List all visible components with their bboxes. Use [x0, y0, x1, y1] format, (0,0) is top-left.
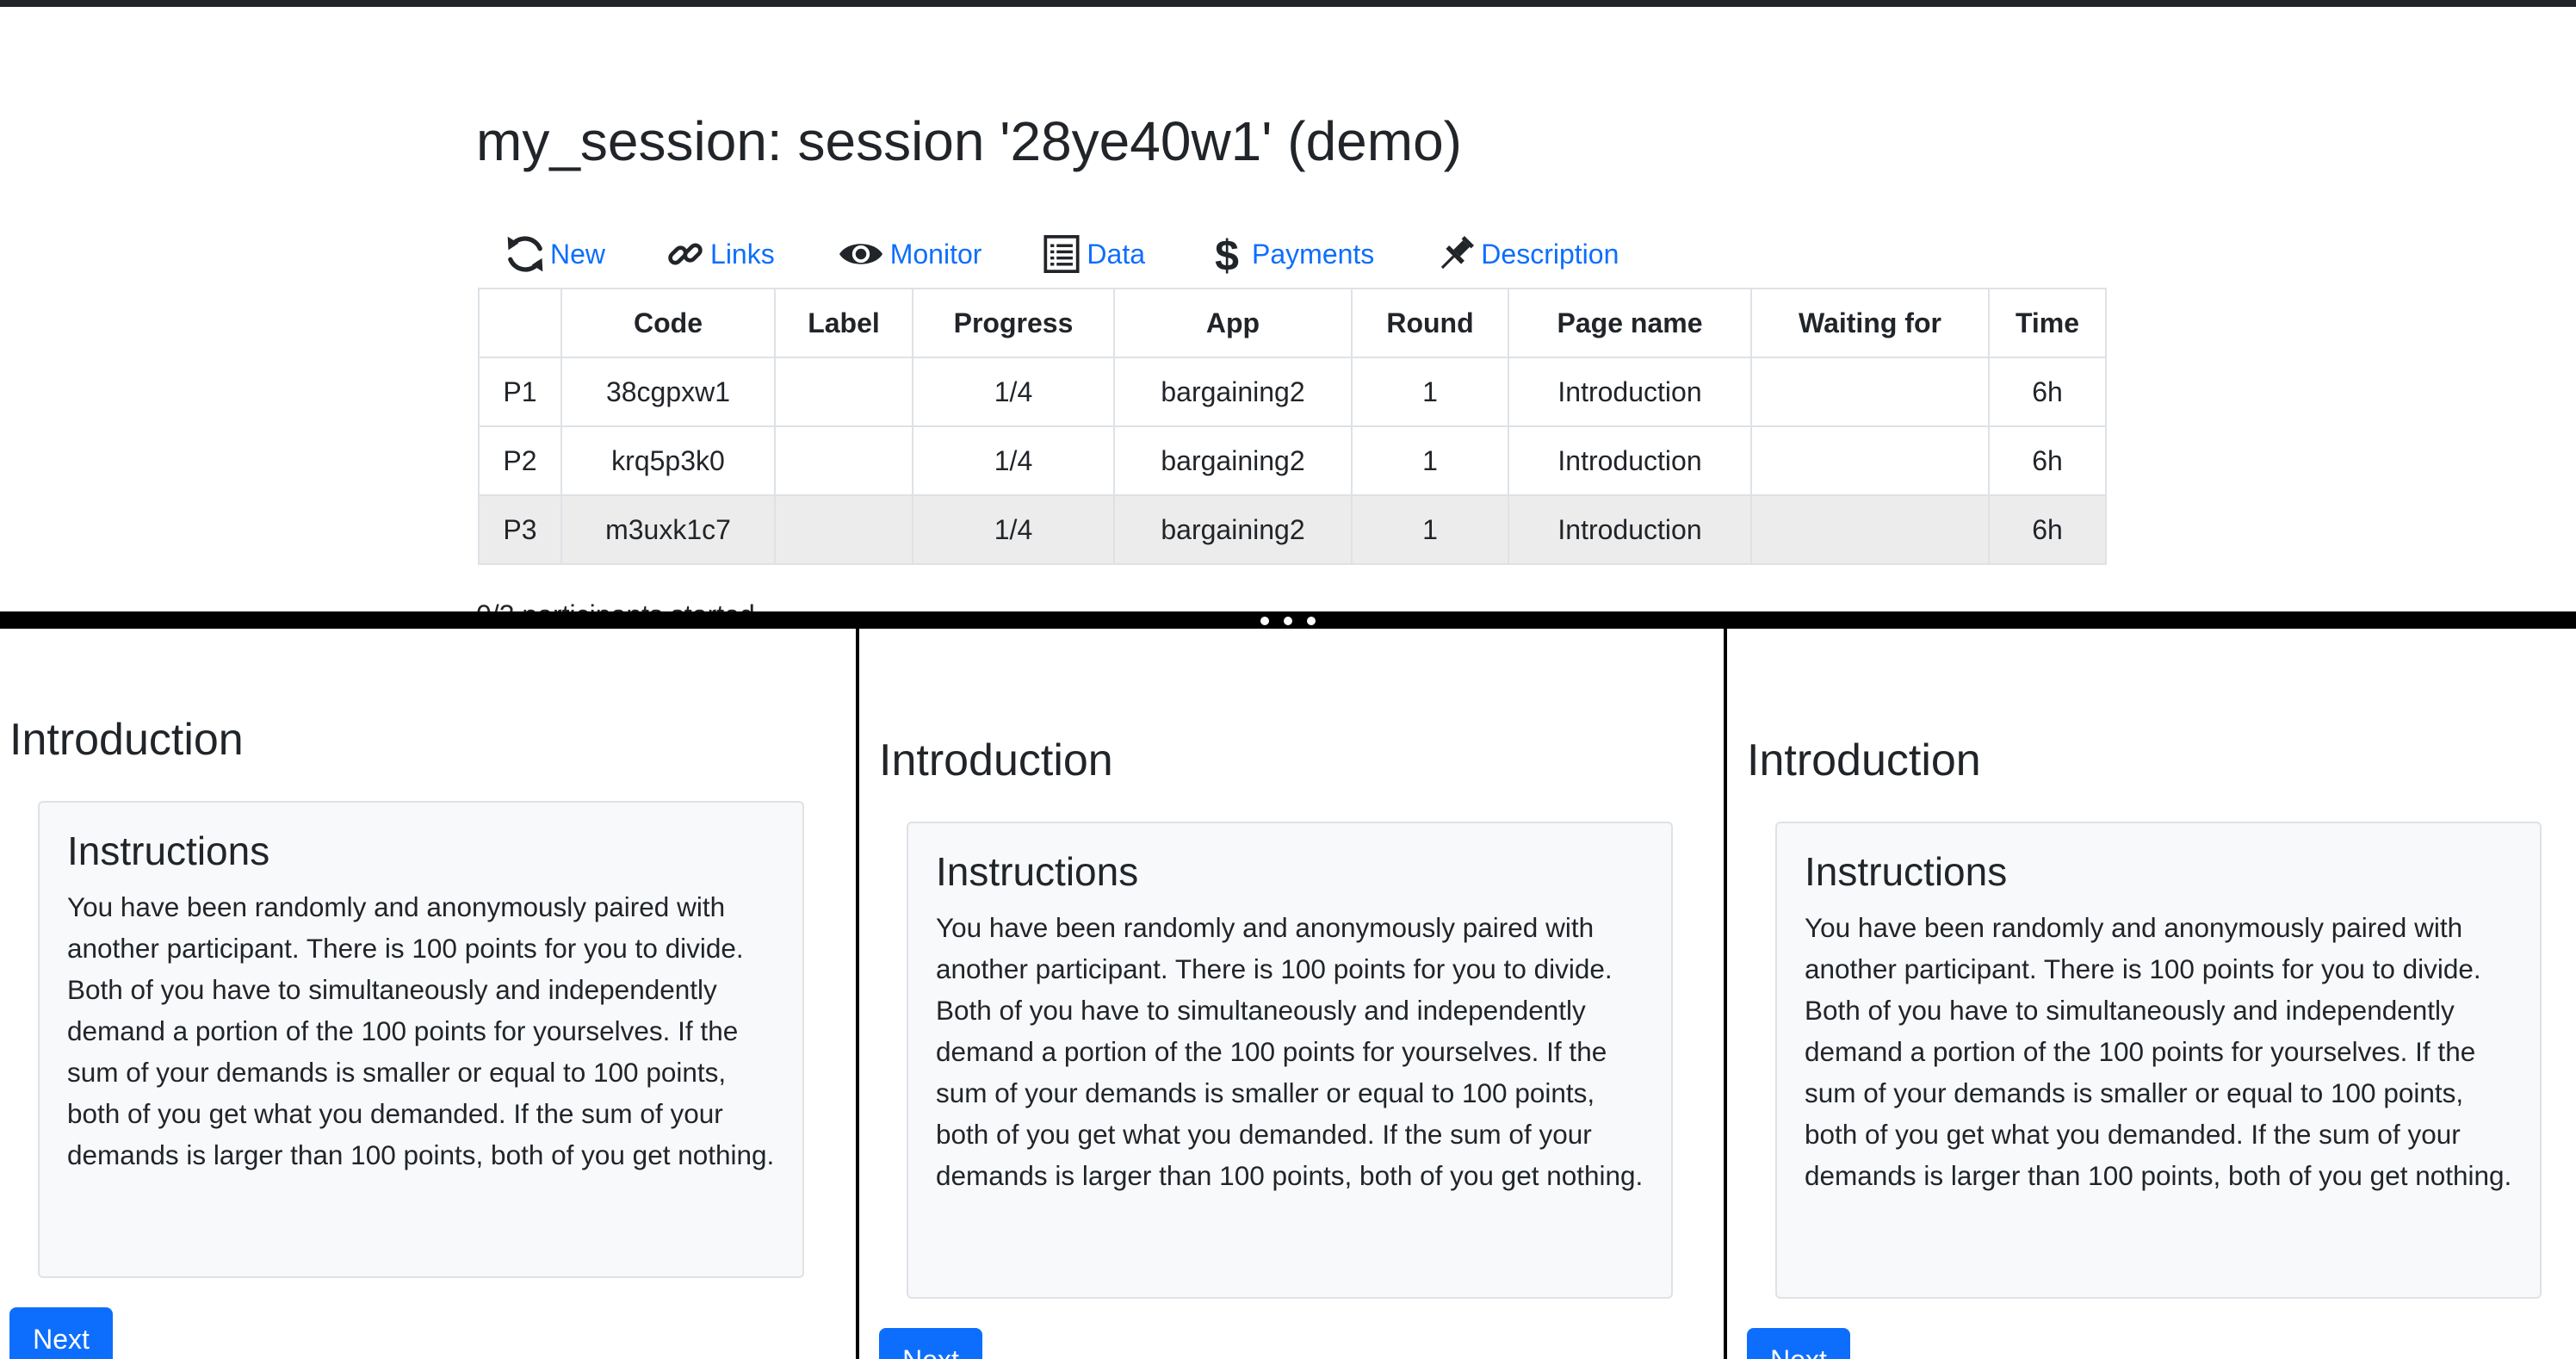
progress-cell: 1/4: [912, 425, 1115, 496]
table-header-row: Code Label Progress App Round Page name …: [478, 288, 2107, 358]
app-cell: bargaining2: [1113, 494, 1353, 565]
table-row: P3 m3uxk1c7 1/4 bargaining2 1 Introducti…: [478, 494, 2107, 565]
round-cell: 1: [1351, 494, 1509, 565]
card-title: Instructions: [936, 849, 1139, 894]
app-cell: bargaining2: [1113, 357, 1353, 427]
instructions-card: Instructions You have been randomly and …: [1775, 822, 2542, 1299]
pin-icon: [1441, 236, 1475, 270]
page-heading: Introduction: [9, 715, 244, 765]
column-header: App: [1113, 288, 1353, 358]
column-header: Label: [774, 288, 913, 358]
waiting-for-cell: [1750, 357, 1990, 427]
participant-pane-2[interactable]: Introduction Instructions You have been …: [859, 629, 1724, 1359]
nav-monitor-link[interactable]: Monitor: [835, 233, 982, 276]
code-cell: m3uxk1c7: [560, 494, 776, 565]
nav-links-link[interactable]: Links: [666, 234, 775, 274]
participants-started-status: 0/3 participants started: [476, 599, 755, 611]
column-header: Page name: [1508, 288, 1752, 358]
progress-cell: 1/4: [912, 357, 1115, 427]
table-row: P2 krq5p3k0 1/4 bargaining2 1 Introducti…: [478, 425, 2107, 496]
progress-cell: 1/4: [912, 494, 1115, 565]
time-cell: 6h: [1988, 425, 2107, 496]
column-header: Waiting for: [1750, 288, 1990, 358]
app-cell: bargaining2: [1113, 425, 1353, 496]
table-row: P1 38cgpxw1 1/4 bargaining2 1 Introducti…: [478, 357, 2107, 427]
time-cell: 6h: [1988, 357, 2107, 427]
code-cell: krq5p3k0: [560, 425, 776, 496]
participant-id-cell: P1: [478, 357, 562, 427]
instructions-card: Instructions You have been randomly and …: [907, 822, 1673, 1299]
column-header: [478, 288, 562, 358]
nav-data-link[interactable]: Data: [1042, 234, 1145, 274]
nav-label: Monitor: [889, 238, 982, 270]
column-header: Progress: [912, 288, 1115, 358]
next-button[interactable]: Next: [879, 1328, 982, 1359]
nav-label: Data: [1087, 238, 1146, 270]
nav-new-link[interactable]: New: [504, 233, 605, 276]
nav-label: Payments: [1252, 238, 1375, 270]
participant-pane-1[interactable]: Introduction Instructions You have been …: [0, 629, 856, 1359]
session-monitor-pane[interactable]: my_session: session '28ye40w1' (demo) Ne…: [0, 7, 2576, 611]
card-title: Instructions: [67, 828, 270, 873]
label-cell: [774, 357, 913, 427]
page-title: my_session: session '28ye40w1' (demo): [476, 110, 1462, 172]
dollar-icon: $: [1215, 233, 1239, 276]
instructions-text: You have been randomly and anonymously p…: [67, 890, 775, 1170]
card-title: Instructions: [1805, 849, 2008, 894]
column-header: Time: [1988, 288, 2107, 358]
label-cell: [774, 494, 913, 565]
nav-label: New: [550, 238, 606, 270]
code-cell: 38cgpxw1: [560, 357, 776, 427]
waiting-for-cell: [1750, 425, 1990, 496]
page-heading: Introduction: [1747, 735, 1981, 785]
instructions-card: Instructions You have been randomly and …: [38, 801, 804, 1278]
participant-pane-3[interactable]: Introduction Instructions You have been …: [1727, 629, 2576, 1359]
participant-id-cell: P3: [478, 494, 562, 565]
page-heading: Introduction: [879, 735, 1113, 785]
instructions-text: You have been randomly and anonymously p…: [936, 911, 1644, 1191]
refresh-icon: [507, 236, 543, 272]
label-cell: [774, 425, 913, 496]
eye-icon: [839, 244, 882, 264]
time-cell: 6h: [1988, 494, 2107, 565]
instructions-text: You have been randomly and anonymously p…: [1805, 911, 2512, 1191]
page-name-cell: Introduction: [1508, 357, 1752, 427]
nav-label: Links: [710, 238, 775, 270]
waiting-for-cell: [1750, 494, 1990, 565]
nav-label: Description: [1481, 238, 1619, 270]
column-header: Code: [560, 288, 776, 358]
svg-text:$: $: [1215, 233, 1239, 276]
participant-id-cell: P2: [478, 425, 562, 496]
round-cell: 1: [1351, 425, 1509, 496]
next-button[interactable]: Next: [1747, 1328, 1850, 1359]
round-cell: 1: [1351, 357, 1509, 427]
session-nav: New Links Monitor Data $ Payments Descri…: [504, 224, 1679, 284]
nav-description-link[interactable]: Description: [1434, 233, 1619, 276]
participants-table: Code Label Progress App Round Page name …: [478, 288, 2107, 565]
link-icon: [668, 243, 703, 265]
page-name-cell: Introduction: [1508, 494, 1752, 565]
list-icon: [1043, 235, 1080, 273]
next-button[interactable]: Next: [9, 1307, 113, 1359]
nav-payments-link[interactable]: $ Payments: [1205, 233, 1374, 276]
splitter-handle-icon[interactable]: [1260, 617, 1316, 625]
page-name-cell: Introduction: [1508, 425, 1752, 496]
column-header: Round: [1351, 288, 1509, 358]
window-top-border: [0, 0, 2576, 7]
